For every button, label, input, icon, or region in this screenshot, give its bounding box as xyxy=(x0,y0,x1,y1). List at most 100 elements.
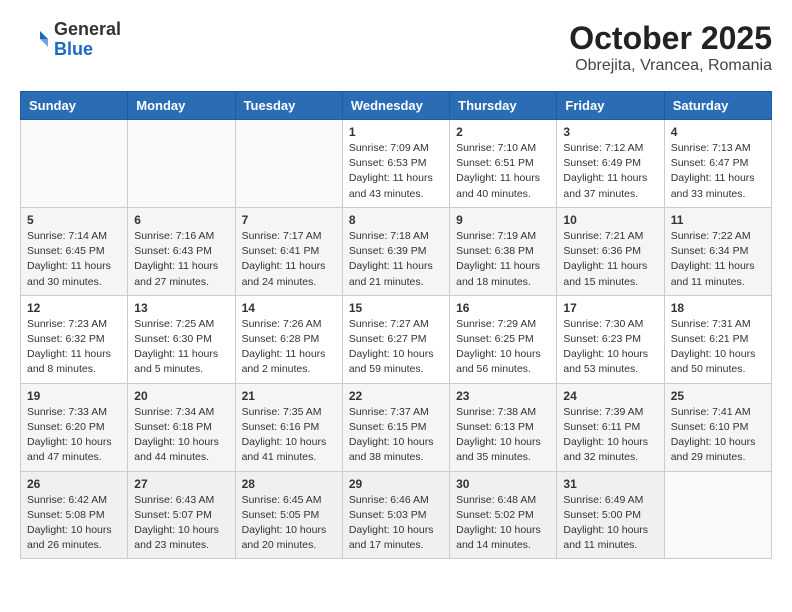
day-info: Sunrise: 7:29 AM Sunset: 6:25 PM Dayligh… xyxy=(456,317,550,378)
calendar-cell: 8 Sunrise: 7:18 AM Sunset: 6:39 PM Daylig… xyxy=(342,207,449,295)
weekday-header: Wednesday xyxy=(342,92,449,120)
calendar-cell: 18Sunrise: 7:31 AM Sunset: 6:21 PM Dayli… xyxy=(664,295,771,383)
day-number: 28 xyxy=(242,477,336,491)
day-info: Sunrise: 7:22 AM Sunset: 6:34 PM Dayligh… xyxy=(671,229,765,290)
calendar-header-row: SundayMondayTuesdayWednesdayThursdayFrid… xyxy=(21,92,772,120)
day-info: Sunrise: 6:43 AM Sunset: 5:07 PM Dayligh… xyxy=(134,493,228,554)
day-info: Sunrise: 7:18 AM Sunset: 6:39 PM Dayligh… xyxy=(349,229,443,290)
day-info: Sunrise: 7:25 AM Sunset: 6:30 PM Dayligh… xyxy=(134,317,228,378)
day-info: Sunrise: 7:31 AM Sunset: 6:21 PM Dayligh… xyxy=(671,317,765,378)
day-info: Sunrise: 7:14 AM Sunset: 6:45 PM Dayligh… xyxy=(27,229,121,290)
calendar-cell: 31 Sunrise: 6:49 AM Sunset: 5:00 PM Dayli… xyxy=(557,471,664,559)
weekday-header: Friday xyxy=(557,92,664,120)
title-section: October 2025 Obrejita, Vrancea, Romania xyxy=(569,20,772,75)
logo: General Blue xyxy=(20,20,121,60)
calendar-cell: 22Sunrise: 7:37 AM Sunset: 6:15 PM Dayli… xyxy=(342,383,449,471)
day-number: 12 xyxy=(27,301,121,315)
month-title: October 2025 xyxy=(569,20,772,57)
page-header: General Blue October 2025 Obrejita, Vran… xyxy=(20,20,772,75)
calendar-cell: 10 Sunrise: 7:21 AM Sunset: 6:36 PM Dayli… xyxy=(557,207,664,295)
day-number: 21 xyxy=(242,389,336,403)
day-number: 7 xyxy=(242,213,336,227)
day-number: 22 xyxy=(349,389,443,403)
weekday-header: Tuesday xyxy=(235,92,342,120)
day-number: 14 xyxy=(242,301,336,315)
day-number: 20 xyxy=(134,389,228,403)
weekday-header: Monday xyxy=(128,92,235,120)
calendar-week-row: 5 Sunrise: 7:14 AM Sunset: 6:45 PM Daylig… xyxy=(21,207,772,295)
calendar-cell: 7 Sunrise: 7:17 AM Sunset: 6:41 PM Daylig… xyxy=(235,207,342,295)
calendar-week-row: 19 Sunrise: 7:33 AM Sunset: 6:20 PM Dayli… xyxy=(21,383,772,471)
calendar-cell: 9 Sunrise: 7:19 AM Sunset: 6:38 PM Daylig… xyxy=(450,207,557,295)
calendar-cell: 12 Sunrise: 7:23 AM Sunset: 6:32 PM Dayli… xyxy=(21,295,128,383)
day-info: Sunrise: 7:33 AM Sunset: 6:20 PM Dayligh… xyxy=(27,405,121,466)
day-number: 6 xyxy=(134,213,228,227)
calendar-cell: 27 Sunrise: 6:43 AM Sunset: 5:07 PM Dayli… xyxy=(128,471,235,559)
calendar-cell: 28Sunrise: 6:45 AM Sunset: 5:05 PM Dayli… xyxy=(235,471,342,559)
day-number: 10 xyxy=(563,213,657,227)
calendar-cell: 19 Sunrise: 7:33 AM Sunset: 6:20 PM Dayli… xyxy=(21,383,128,471)
calendar-cell: 4 Sunrise: 7:13 AM Sunset: 6:47 PM Daylig… xyxy=(664,120,771,208)
day-info: Sunrise: 7:30 AM Sunset: 6:23 PM Dayligh… xyxy=(563,317,657,378)
day-number: 15 xyxy=(349,301,443,315)
day-number: 23 xyxy=(456,389,550,403)
weekday-header: Thursday xyxy=(450,92,557,120)
day-number: 3 xyxy=(563,125,657,139)
day-info: Sunrise: 7:19 AM Sunset: 6:38 PM Dayligh… xyxy=(456,229,550,290)
calendar-cell: 1 Sunrise: 7:09 AM Sunset: 6:53 PM Daylig… xyxy=(342,120,449,208)
calendar-cell xyxy=(664,471,771,559)
day-number: 11 xyxy=(671,213,765,227)
day-info: Sunrise: 7:34 AM Sunset: 6:18 PM Dayligh… xyxy=(134,405,228,466)
calendar-cell xyxy=(128,120,235,208)
day-info: Sunrise: 7:38 AM Sunset: 6:13 PM Dayligh… xyxy=(456,405,550,466)
day-info: Sunrise: 7:21 AM Sunset: 6:36 PM Dayligh… xyxy=(563,229,657,290)
calendar-cell: 5 Sunrise: 7:14 AM Sunset: 6:45 PM Daylig… xyxy=(21,207,128,295)
day-number: 5 xyxy=(27,213,121,227)
day-info: Sunrise: 7:09 AM Sunset: 6:53 PM Dayligh… xyxy=(349,141,443,202)
day-number: 29 xyxy=(349,477,443,491)
calendar-cell: 6 Sunrise: 7:16 AM Sunset: 6:43 PM Daylig… xyxy=(128,207,235,295)
day-number: 9 xyxy=(456,213,550,227)
day-info: Sunrise: 7:41 AM Sunset: 6:10 PM Dayligh… xyxy=(671,405,765,466)
day-info: Sunrise: 7:12 AM Sunset: 6:49 PM Dayligh… xyxy=(563,141,657,202)
day-number: 30 xyxy=(456,477,550,491)
calendar-cell: 13 Sunrise: 7:25 AM Sunset: 6:30 PM Dayli… xyxy=(128,295,235,383)
calendar-cell xyxy=(21,120,128,208)
day-info: Sunrise: 6:48 AM Sunset: 5:02 PM Dayligh… xyxy=(456,493,550,554)
day-number: 17 xyxy=(563,301,657,315)
day-info: Sunrise: 7:35 AM Sunset: 6:16 PM Dayligh… xyxy=(242,405,336,466)
day-info: Sunrise: 7:39 AM Sunset: 6:11 PM Dayligh… xyxy=(563,405,657,466)
day-number: 25 xyxy=(671,389,765,403)
day-number: 16 xyxy=(456,301,550,315)
day-number: 31 xyxy=(563,477,657,491)
calendar-cell: 20 Sunrise: 7:34 AM Sunset: 6:18 PM Dayli… xyxy=(128,383,235,471)
day-number: 4 xyxy=(671,125,765,139)
weekday-header: Saturday xyxy=(664,92,771,120)
day-info: Sunrise: 7:10 AM Sunset: 6:51 PM Dayligh… xyxy=(456,141,550,202)
day-number: 26 xyxy=(27,477,121,491)
day-info: Sunrise: 7:23 AM Sunset: 6:32 PM Dayligh… xyxy=(27,317,121,378)
calendar-cell: 25 Sunrise: 7:41 AM Sunset: 6:10 PM Dayli… xyxy=(664,383,771,471)
logo-icon xyxy=(20,25,50,55)
calendar-cell: 15Sunrise: 7:27 AM Sunset: 6:27 PM Dayli… xyxy=(342,295,449,383)
day-number: 8 xyxy=(349,213,443,227)
day-number: 24 xyxy=(563,389,657,403)
calendar-cell: 29Sunrise: 6:46 AM Sunset: 5:03 PM Dayli… xyxy=(342,471,449,559)
day-info: Sunrise: 6:42 AM Sunset: 5:08 PM Dayligh… xyxy=(27,493,121,554)
day-info: Sunrise: 7:13 AM Sunset: 6:47 PM Dayligh… xyxy=(671,141,765,202)
logo-blue-text: Blue xyxy=(54,40,121,60)
day-info: Sunrise: 6:49 AM Sunset: 5:00 PM Dayligh… xyxy=(563,493,657,554)
day-info: Sunrise: 7:26 AM Sunset: 6:28 PM Dayligh… xyxy=(242,317,336,378)
day-number: 27 xyxy=(134,477,228,491)
day-info: Sunrise: 7:17 AM Sunset: 6:41 PM Dayligh… xyxy=(242,229,336,290)
day-number: 19 xyxy=(27,389,121,403)
day-info: Sunrise: 7:16 AM Sunset: 6:43 PM Dayligh… xyxy=(134,229,228,290)
calendar-cell: 23 Sunrise: 7:38 AM Sunset: 6:13 PM Dayli… xyxy=(450,383,557,471)
day-number: 13 xyxy=(134,301,228,315)
calendar-cell: 3 Sunrise: 7:12 AM Sunset: 6:49 PM Daylig… xyxy=(557,120,664,208)
calendar-cell: 24 Sunrise: 7:39 AM Sunset: 6:11 PM Dayli… xyxy=(557,383,664,471)
calendar-cell: 14 Sunrise: 7:26 AM Sunset: 6:28 PM Dayli… xyxy=(235,295,342,383)
calendar-table: SundayMondayTuesdayWednesdayThursdayFrid… xyxy=(20,91,772,559)
day-number: 1 xyxy=(349,125,443,139)
calendar-week-row: 26 Sunrise: 6:42 AM Sunset: 5:08 PM Dayli… xyxy=(21,471,772,559)
